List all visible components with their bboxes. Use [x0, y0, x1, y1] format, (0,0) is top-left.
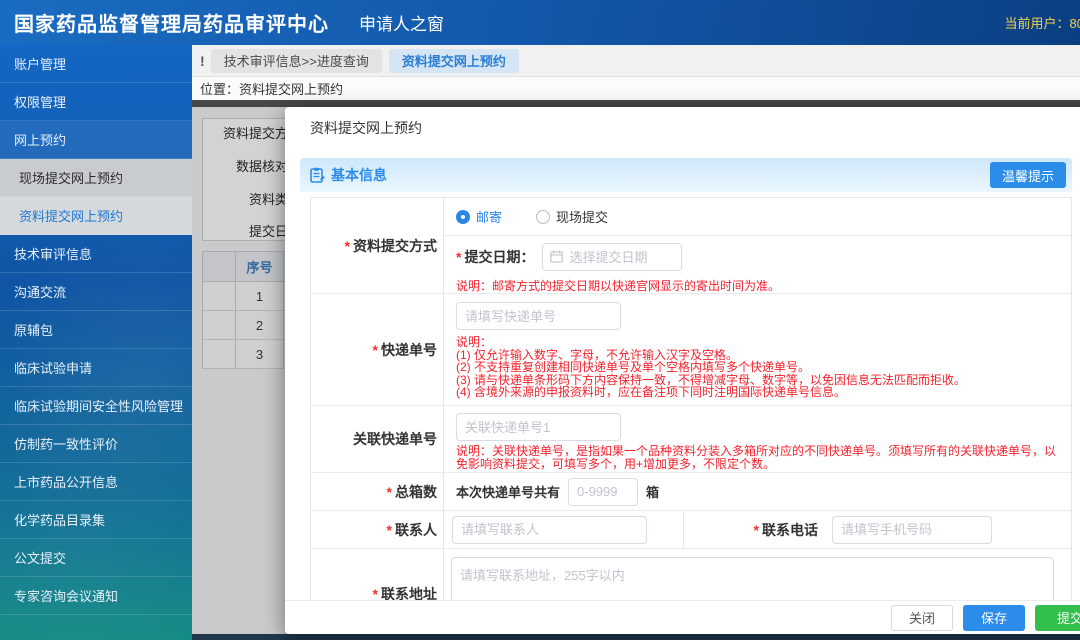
sidebar-item-1[interactable]: 权限管理 [0, 83, 192, 121]
related-tracking-input[interactable] [456, 413, 621, 441]
contact-phone-label: 联系电话 [754, 520, 818, 540]
row-total-boxes: 总箱数 本次快递单号共有 箱 [311, 473, 1071, 511]
total-boxes-input[interactable] [568, 477, 639, 506]
row-related-tracking: 关联快递单号 说明：关联快递单号，是指如果一个品种资料分装入多箱所对应的不同快递… [311, 406, 1071, 473]
tab-collapse-marker[interactable]: ! [200, 53, 205, 69]
section-title: 基本信息 [331, 167, 387, 183]
tab-material-reservation[interactable]: 资料提交网上预约 [388, 48, 519, 73]
sidebar-item-7[interactable]: 原辅包 [0, 311, 192, 349]
sidebar-item-12[interactable]: 化学药品目录集 [0, 501, 192, 539]
calendar-icon [550, 250, 564, 263]
contact-phone-input[interactable] [832, 515, 992, 544]
row-submission-method: 资料提交方式 邮寄 现场提交 提交日期： [311, 198, 1071, 294]
background-seq-header: 序号 [236, 252, 284, 281]
screen: 国家药品监督管理局药品审评中心 申请人之窗 当前用户：80 账户管理 权限管理 网上… [0, 0, 1080, 640]
row-tracking-number: 快递单号 说明： (1) 仅允许输入数字、字母，不允许输入汉字及空格。(2) 不… [311, 294, 1071, 406]
radio-unselected-icon [536, 209, 551, 224]
sidebar-item-4[interactable]: 资料提交网上预约 [0, 197, 192, 235]
clipboard-edit-icon [310, 167, 325, 183]
sidebar-item-0[interactable]: 账户管理 [0, 45, 192, 83]
row-address: 联系地址 [311, 549, 1071, 600]
radio-selected-icon [456, 209, 470, 224]
submission-method-label: 资料提交方式 [345, 236, 437, 256]
background-row-seq-cell: 1 [236, 282, 284, 310]
tracking-number-label: 快递单号 [373, 340, 437, 360]
reservation-form: 资料提交方式 邮寄 现场提交 提交日期： [310, 197, 1072, 600]
total-boxes-prefix: 本次快递单号共有 [456, 485, 561, 500]
submit-date-note: 说明：邮寄方式的提交日期以快递官网显示的寄出时间为准。 [456, 279, 781, 293]
sidebar-item-9[interactable]: 临床试验期间安全性风险管理 [0, 387, 192, 425]
background-row-checkbox-cell [203, 282, 236, 310]
dialog-title: 资料提交网上预约 [310, 120, 422, 136]
background-row-checkbox-cell [203, 311, 236, 339]
sidebar-item-6[interactable]: 沟通交流 [0, 273, 192, 311]
background-filter-label-0: 资料提交方 [222, 126, 288, 141]
tab-progress-query[interactable]: 技术审评信息>>进度查询 [210, 48, 382, 73]
radio-mail[interactable]: 邮寄 [456, 207, 502, 226]
related-tracking-label: 关联快递单号 [353, 431, 437, 447]
background-checkbox-column [203, 252, 236, 281]
submit-button[interactable]: 提交 [1035, 604, 1080, 631]
sidebar-item-11[interactable]: 上市药品公开信息 [0, 463, 192, 501]
save-button[interactable]: 保存 [963, 604, 1025, 631]
close-button[interactable]: 关闭 [891, 604, 953, 631]
background-filter-label-2: 资料类 [248, 192, 288, 207]
sidebar-item-2[interactable]: 网上预约 [0, 121, 192, 159]
basic-info-section-bar: 基本信息 温馨提示 [300, 158, 1072, 192]
tracking-note-line-1: (2) 不支持重复创建相同快递单号及单个空格内填写多个快递单号。 [456, 360, 811, 374]
sidebar-item-14[interactable]: 专家咨询会议通知 [0, 577, 192, 615]
dialog-footer: 关闭 保存 提交 [285, 600, 1080, 634]
warm-tip-button[interactable]: 温馨提示 [989, 162, 1066, 188]
related-tracking-note: 说明：关联快递单号，是指如果一个品种资料分装入多箱所对应的不同快递单号。须填写所… [456, 444, 1057, 471]
contact-name-input[interactable] [452, 515, 647, 544]
portal-link[interactable]: 申请人之窗 [359, 10, 444, 35]
background-filter-label-1: 数据核对 [235, 159, 288, 174]
tracking-note-line-3: (4) 含境外来源的申报资料时，应在备注项下同时注明国际快递单号信息。 [456, 385, 847, 399]
notes-title: 说明： [456, 335, 493, 349]
background-row-seq-cell: 2 [236, 311, 284, 339]
background-footer-strip [192, 634, 1080, 640]
material-reservation-dialog: 资料提交网上预约 基本信息 温馨提示 资料提交方式 邮 [285, 107, 1080, 634]
address-textarea[interactable] [451, 557, 1054, 600]
background-filter-label-3: 提交日 [248, 224, 288, 239]
background-row-checkbox-cell [203, 340, 236, 368]
sidebar-item-5[interactable]: 技术审评信息 [0, 235, 192, 273]
sidebar-menu: 账户管理 权限管理 网上预约 现场提交网上预约 资料提交网上预约 技术审评信息 沟通交流 原辅… [0, 45, 192, 640]
sidebar-item-8[interactable]: 临床试验申请 [0, 349, 192, 387]
sidebar-item-3[interactable]: 现场提交网上预约 [0, 159, 192, 197]
contact-name-label: 联系人 [387, 520, 437, 540]
submit-date-label: 提交日期： [456, 247, 534, 267]
tracking-number-input[interactable] [456, 302, 621, 330]
total-boxes-label: 总箱数 [387, 482, 437, 502]
radio-onsite-label: 现场提交 [556, 210, 609, 225]
total-boxes-suffix: 箱 [646, 485, 660, 500]
radio-onsite[interactable]: 现场提交 [536, 207, 608, 226]
background-row-seq-cell: 3 [236, 340, 284, 368]
radio-mail-label: 邮寄 [476, 210, 503, 225]
sidebar-item-13[interactable]: 公文提交 [0, 539, 192, 577]
row-contact: 联系人 联系电话 [311, 511, 1071, 549]
sidebar-item-10[interactable]: 仿制药一致性评价 [0, 425, 192, 463]
breadcrumb: 位置：资料提交网上预约 [192, 77, 1080, 100]
submit-date-input[interactable] [542, 243, 683, 271]
address-label: 联系地址 [373, 584, 437, 600]
app-header: 国家药品监督管理局药品审评中心 申请人之窗 当前用户：80 [0, 0, 1080, 45]
current-user-label: 当前用户：80 [1004, 16, 1080, 31]
tab-bar: ! 技术审评信息>>进度查询 资料提交网上预约 [192, 45, 1080, 77]
app-title: 国家药品监督管理局药品审评中心 [14, 14, 329, 36]
tracking-number-notes: 说明： (1) 仅允许输入数字、字母，不允许输入汉字及空格。 (2) 不支持重复创… [444, 336, 1071, 399]
